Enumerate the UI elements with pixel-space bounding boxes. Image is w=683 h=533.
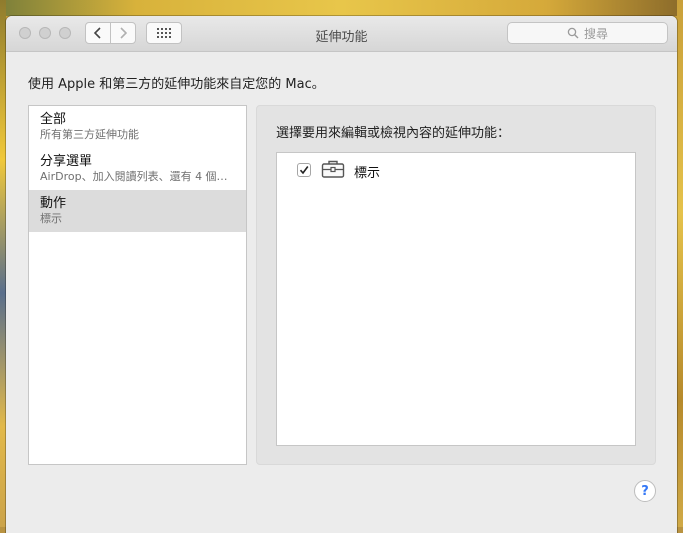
- extension-label: 標示: [354, 166, 381, 181]
- extension-item-markup: 標示: [277, 157, 635, 183]
- category-name: 全部: [40, 112, 67, 127]
- toolbox-icon: [321, 159, 345, 183]
- search-placeholder: 搜尋: [583, 26, 608, 41]
- checkmark-icon: [299, 166, 309, 175]
- search-field[interactable]: 搜尋: [507, 22, 668, 44]
- extension-list: 標示: [276, 152, 636, 446]
- category-item-all[interactable]: 全部 所有第三方延伸功能: [29, 106, 246, 148]
- category-description: 所有第三方延伸功能: [40, 128, 139, 141]
- extension-detail-panel: 選擇要用來編輯或檢視內容的延伸功能： 標示: [256, 105, 656, 465]
- desktop-wallpaper-right: [677, 0, 683, 533]
- category-description: 標示: [40, 212, 62, 225]
- help-button[interactable]: ?: [634, 480, 656, 502]
- intro-text: 使用 Apple 和第三方的延伸功能來自定您的 Mac。: [28, 77, 325, 92]
- title-bar: 延伸功能 搜尋: [6, 16, 677, 52]
- category-item-actions[interactable]: 動作 標示: [29, 190, 246, 232]
- category-name: 動作: [40, 196, 67, 211]
- desktop-wallpaper: [0, 0, 683, 16]
- detail-heading: 選擇要用來編輯或檢視內容的延伸功能：: [276, 126, 511, 141]
- category-item-share-menu[interactable]: 分享選單 AirDrop、加入閱讀列表、還有 4 個…: [29, 148, 246, 190]
- preferences-window: 延伸功能 搜尋 使用 Apple 和第三方的延伸功能來自定您的 Mac。 全部 …: [6, 16, 677, 533]
- search-icon: [567, 27, 579, 39]
- category-name: 分享選單: [40, 154, 93, 169]
- category-description: AirDrop、加入閱讀列表、還有 4 個…: [40, 170, 228, 183]
- extension-checkbox[interactable]: [297, 163, 311, 177]
- category-list: 全部 所有第三方延伸功能 分享選單 AirDrop、加入閱讀列表、還有 4 個……: [28, 105, 247, 465]
